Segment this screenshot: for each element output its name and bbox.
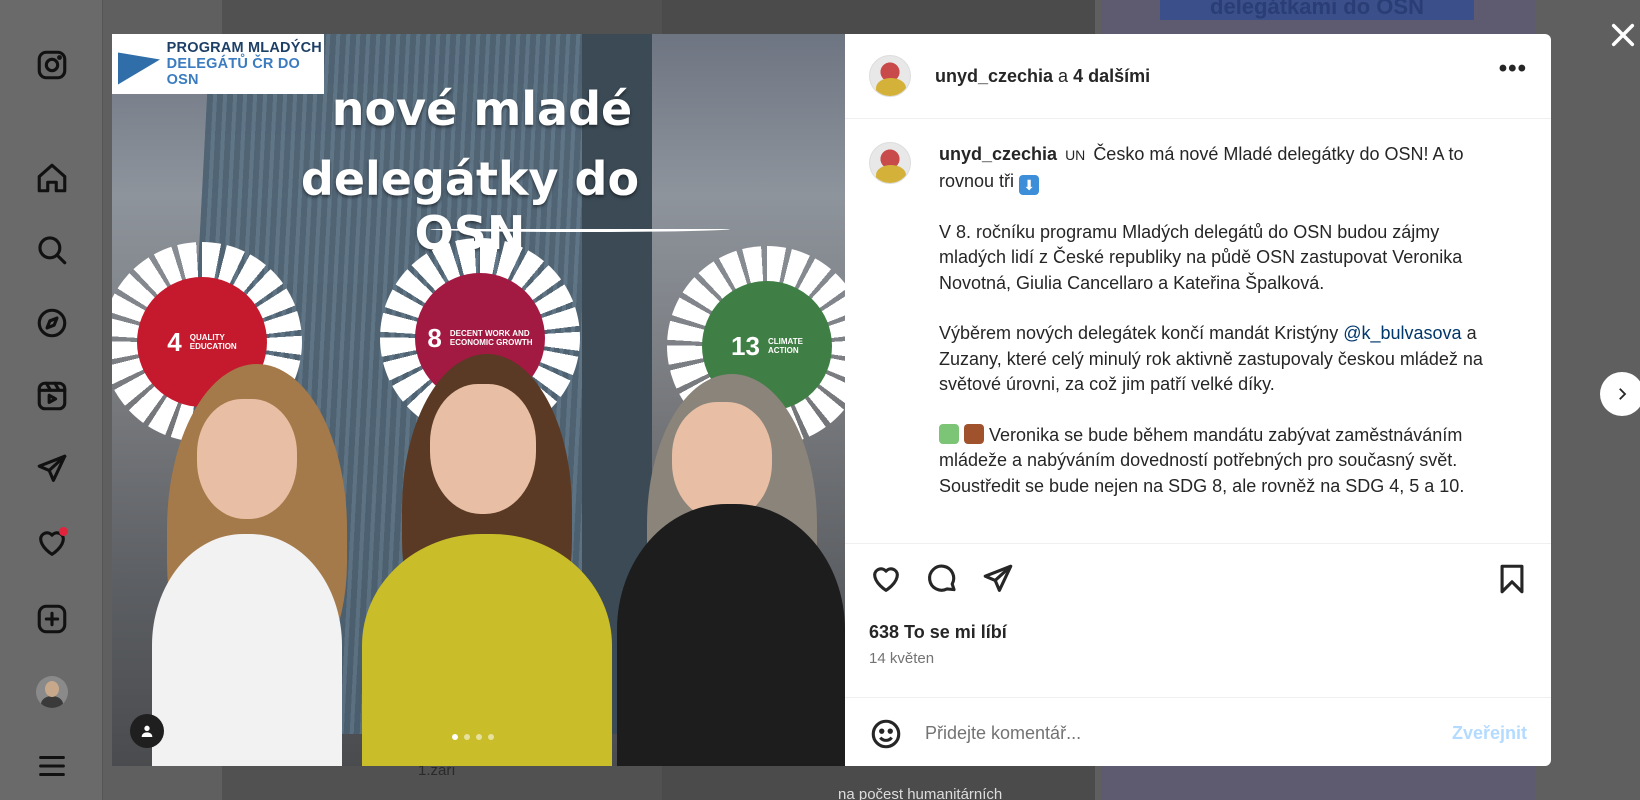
post-date[interactable]: 14 květen	[869, 650, 934, 667]
sdg-label: EDUCATION	[189, 342, 237, 351]
post-comment-button[interactable]: Zveřejnit	[1452, 723, 1527, 744]
emoji-picker-icon[interactable]	[869, 717, 903, 751]
notifications-icon[interactable]	[32, 523, 72, 563]
person-2-face	[430, 384, 536, 514]
instagram-icon[interactable]	[32, 45, 72, 85]
notification-dot	[59, 527, 68, 536]
save-bookmark-icon[interactable]	[1495, 562, 1529, 596]
sdg-label: QUALITY	[189, 333, 225, 342]
sdg-label: ECONOMIC GROWTH	[449, 338, 533, 347]
profile-avatar	[36, 676, 68, 708]
author-connector: a	[1058, 65, 1069, 86]
profile-icon[interactable]	[32, 672, 72, 712]
headline-line1: nové mladé	[331, 82, 633, 136]
messages-icon[interactable]	[32, 449, 72, 489]
comment-input[interactable]	[925, 723, 1452, 744]
likes-count[interactable]: 638 To se mi líbí	[869, 622, 1007, 643]
post-header: unyd_czechia a 4 dalšími •••	[845, 34, 1551, 119]
like-heart-icon[interactable]	[869, 562, 903, 596]
post-media[interactable]: PROGRAM MLADÝCH DELEGÁTŮ ČR DO OSN nové …	[112, 34, 845, 766]
headline-underline	[430, 226, 730, 232]
mention-link[interactable]: @k_bulvasova	[1343, 323, 1461, 343]
close-icon[interactable]	[1608, 20, 1638, 50]
carousel-indicator	[452, 734, 494, 740]
next-post-button[interactable]	[1600, 372, 1640, 416]
chevron-right-icon	[1619, 388, 1627, 400]
menu-icon[interactable]	[32, 746, 72, 786]
post-caption: unyd_czechia UN Česko má nové Mladé dele…	[869, 142, 1529, 552]
person-2-shirt	[362, 534, 612, 766]
tagged-people-button[interactable]	[130, 714, 164, 748]
coauthors-link[interactable]: 4 dalšími	[1073, 66, 1150, 87]
feed-bottom-text: na počest humanitárních	[838, 786, 1003, 800]
logo-line1: PROGRAM MLADÝCH	[166, 40, 322, 56]
caption-paragraph: V 8. ročníku programu Mladých delegátů d…	[939, 221, 1463, 293]
post-actions: 638 To se mi líbí 14 květen Zveřejnit	[845, 543, 1551, 767]
author-avatar[interactable]	[869, 55, 911, 97]
create-icon[interactable]	[32, 599, 72, 639]
search-icon[interactable]	[32, 230, 72, 270]
sidebar-nav	[0, 0, 103, 800]
caption-username[interactable]: unyd_czechia	[939, 144, 1057, 164]
share-icon[interactable]	[981, 562, 1015, 596]
sdg-label: DECENT WORK AND	[449, 329, 530, 338]
un-emoji: UN	[1065, 147, 1086, 163]
sdg-number: 13	[731, 330, 760, 361]
sdg-label: ACTION	[767, 346, 799, 355]
caption-paragraph: Výběrem nových delegátek končí mandát Kr…	[939, 323, 1339, 343]
person-3-shirt	[617, 504, 845, 766]
home-icon[interactable]	[32, 158, 72, 198]
person-3-face	[672, 402, 772, 520]
logo-mark-icon	[118, 42, 161, 86]
carousel-dot	[488, 734, 494, 740]
carousel-dot	[452, 734, 458, 740]
feed-banner-text: delegátkami do OSN	[1160, 0, 1474, 20]
post-panel: unyd_czechia a 4 dalšími ••• unyd_czechi…	[845, 34, 1551, 766]
reels-icon[interactable]	[32, 376, 72, 416]
person-1-face	[197, 399, 297, 519]
student-emoji-icon	[939, 423, 959, 444]
carousel-dot	[464, 734, 470, 740]
person-1-shirt	[152, 534, 342, 766]
comment-icon[interactable]	[925, 562, 959, 596]
user-icon	[141, 725, 153, 737]
sdg-number: 8	[427, 322, 442, 353]
sdg-label: CLIMATE	[767, 337, 803, 346]
sdg-number: 4	[167, 326, 182, 357]
briefcase-emoji-icon	[964, 423, 985, 444]
author-username[interactable]: unyd_czechia	[935, 66, 1053, 87]
more-options-icon[interactable]: •••	[1499, 57, 1527, 81]
caption-paragraph: Veronika se bude během mandátu zabývat z…	[939, 424, 1465, 496]
caption-avatar[interactable]	[869, 142, 911, 184]
explore-icon[interactable]	[32, 303, 72, 343]
down-arrow-emoji-icon: ⬇	[1019, 174, 1040, 195]
comment-bar: Zveřejnit	[845, 697, 1551, 769]
carousel-dot	[476, 734, 482, 740]
